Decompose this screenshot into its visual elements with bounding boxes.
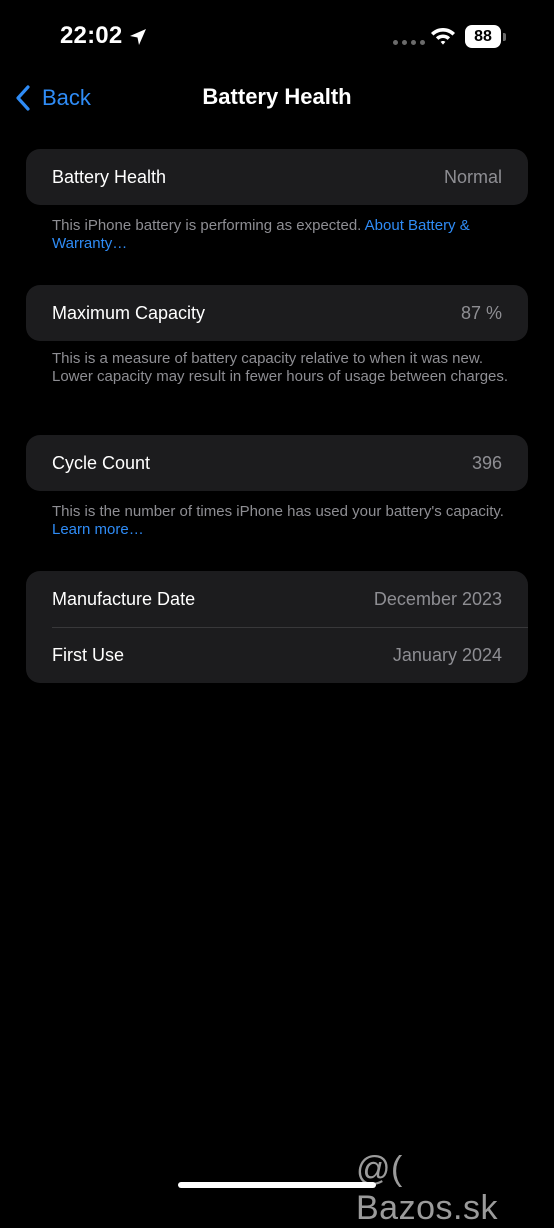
battery-level: 88 <box>465 25 501 48</box>
battery-health-value: Normal <box>443 166 502 187</box>
learn-more-link[interactable]: Learn more… <box>52 521 144 538</box>
battery-health-footer-text: This iPhone battery is performing as exp… <box>52 217 365 234</box>
cycle-count-row: Cycle Count 396 <box>26 435 528 491</box>
maximum-capacity-group: Maximum Capacity 87 % <box>26 285 528 341</box>
manufacture-date-label: Manufacture Date <box>52 588 196 609</box>
wifi-icon <box>431 28 455 45</box>
battery-health-label: Battery Health <box>52 166 167 187</box>
manufacture-date-row: Manufacture Date December 2023 <box>26 571 528 627</box>
watermark: @( Bazos.sk <box>356 1150 498 1227</box>
home-indicator[interactable] <box>178 1182 376 1188</box>
cycle-count-label: Cycle Count <box>52 452 151 473</box>
battery-icon: 88 <box>465 25 506 49</box>
maximum-capacity-row: Maximum Capacity 87 % <box>26 285 528 341</box>
battery-health-group: Battery Health Normal <box>26 149 528 205</box>
cycle-count-value: 396 <box>471 452 502 473</box>
battery-health-row: Battery Health Normal <box>26 149 528 205</box>
status-bar: 22:02 88 <box>0 0 554 76</box>
maximum-capacity-label: Maximum Capacity <box>52 302 206 323</box>
cycle-count-footer-text: This is the number of times iPhone has u… <box>52 503 504 520</box>
maximum-capacity-value: 87 % <box>460 302 502 323</box>
signal-dots-icon <box>393 40 425 45</box>
first-use-value: January 2024 <box>392 644 502 665</box>
cycle-count-group: Cycle Count 396 <box>26 435 528 491</box>
manufacture-date-value: December 2023 <box>373 588 502 609</box>
dates-group: Manufacture Date December 2023 First Use… <box>26 571 528 683</box>
first-use-label: First Use <box>52 644 124 665</box>
battery-health-footer: This iPhone battery is performing as exp… <box>52 217 512 253</box>
status-time: 22:02 <box>60 22 123 49</box>
page-title: Battery Health <box>202 84 352 109</box>
cycle-count-footer: This is the number of times iPhone has u… <box>52 503 512 539</box>
maximum-capacity-footer: This is a measure of battery capacity re… <box>52 350 509 385</box>
location-arrow-icon <box>130 29 146 45</box>
first-use-row: First Use January 2024 <box>26 627 528 683</box>
